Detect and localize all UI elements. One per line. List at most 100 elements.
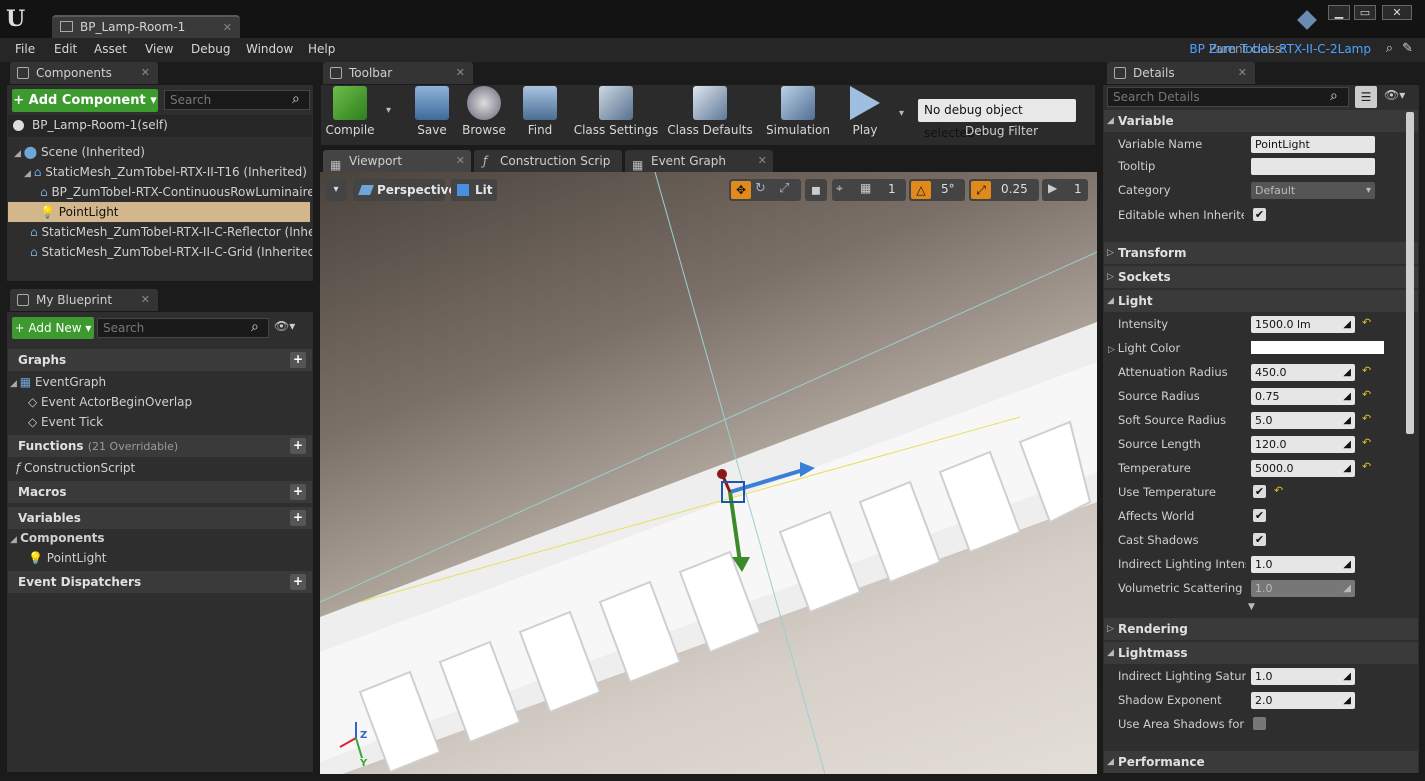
scale-snap-icon[interactable]: ⤢ xyxy=(971,181,991,199)
source-radius-input[interactable]: 0.75 ◢ xyxy=(1251,388,1355,405)
category-select[interactable]: Default ▾ xyxy=(1251,182,1375,199)
play-options-dropdown[interactable]: ▾ xyxy=(899,108,904,119)
details-search-input[interactable]: Search Details xyxy=(1107,87,1349,107)
close-tab-icon[interactable]: ✕ xyxy=(758,150,767,172)
add-new-button[interactable]: + Add New ▾ xyxy=(12,317,94,339)
tree-item-grid[interactable]: ⌂ StaticMesh_ZumTobel-RTX-II-C-Grid (Inh… xyxy=(8,242,312,262)
browse-button[interactable]: Browse xyxy=(460,86,508,142)
section-variables[interactable]: Variables + xyxy=(8,507,312,529)
menu-asset[interactable]: Asset xyxy=(94,42,127,56)
class-settings-button[interactable]: Class Settings xyxy=(572,86,660,142)
section-light[interactable]: ◢ Light xyxy=(1104,290,1418,312)
variable-pointlight[interactable]: 💡 PointLight xyxy=(28,548,308,568)
soft-source-radius-input[interactable]: 5.0 ◢ xyxy=(1251,412,1355,429)
intensity-input[interactable]: 1500.0 lm ◢ xyxy=(1251,316,1355,333)
section-transform[interactable]: ▷ Transform xyxy=(1104,242,1418,264)
reset-default-icon[interactable]: ↶ xyxy=(1362,364,1371,377)
reset-default-icon[interactable]: ↶ xyxy=(1274,484,1283,497)
construction-script-item[interactable]: ƒ ConstructionScript xyxy=(16,458,306,478)
volumetric-scattering-input[interactable]: 1.0 ◢ xyxy=(1251,580,1355,597)
search-icon[interactable]: ⌕ xyxy=(1386,41,1393,56)
tab-construction-script[interactable]: ƒ Construction Scrip xyxy=(474,150,622,172)
close-window-button[interactable]: ✕ xyxy=(1382,5,1412,20)
event-item[interactable]: ◇ Event Tick xyxy=(28,412,308,432)
simulation-button[interactable]: Simulation xyxy=(764,86,832,142)
tab-viewport[interactable]: ▦ Viewport ✕ xyxy=(323,150,471,172)
use-temperature-checkbox[interactable]: ✔ xyxy=(1253,485,1266,498)
variable-name-input[interactable]: PointLight xyxy=(1251,136,1375,153)
minimize-button[interactable]: ▁ xyxy=(1328,5,1350,20)
parent-class-link[interactable]: BP Zum Tobel- RTX-II-C-2Lamp xyxy=(1189,42,1371,56)
light-color-swatch[interactable] xyxy=(1251,341,1384,354)
reset-default-icon[interactable]: ↶ xyxy=(1362,388,1371,401)
surface-snap-icon[interactable]: ⌖ xyxy=(836,181,843,196)
menu-debug[interactable]: Debug xyxy=(191,42,230,56)
details-scrollbar[interactable] xyxy=(1406,112,1414,434)
grid-size-value[interactable]: 1 xyxy=(888,182,896,196)
tree-item-pointlight[interactable]: 💡 PointLight xyxy=(8,202,310,222)
use-area-shadows-checkbox[interactable] xyxy=(1253,717,1266,730)
class-defaults-button[interactable]: Class Defaults xyxy=(666,86,754,142)
section-sockets[interactable]: ▷ Sockets xyxy=(1104,266,1418,288)
section-functions[interactable]: Functions (21 Overridable) + xyxy=(8,435,312,457)
document-tab[interactable]: BP_Lamp-Room-1 ✕ xyxy=(52,15,240,38)
scale-snap-value[interactable]: 0.25 xyxy=(1001,182,1028,196)
lit-button[interactable]: Lit xyxy=(451,179,497,201)
maximize-button[interactable]: ▭ xyxy=(1354,5,1376,20)
grid-icon[interactable]: ▦ xyxy=(860,181,871,195)
add-dispatcher-button[interactable]: + xyxy=(290,574,306,590)
affects-world-checkbox[interactable]: ✔ xyxy=(1253,509,1266,522)
close-tab-icon[interactable]: ✕ xyxy=(141,62,150,84)
add-macro-button[interactable]: + xyxy=(290,484,306,500)
save-button[interactable]: Save xyxy=(410,86,454,142)
tree-item-scene[interactable]: ◢ ⬤ Scene (Inherited) xyxy=(8,142,312,162)
debug-object-select[interactable]: No debug object selected ▾ xyxy=(918,99,1076,140)
show-advanced-icon[interactable]: ▼ xyxy=(1248,602,1255,612)
compile-options-dropdown[interactable]: ▾ xyxy=(386,105,391,116)
tab-toolbar[interactable]: Toolbar ✕ xyxy=(323,62,473,84)
compile-button[interactable]: Compile xyxy=(324,86,376,142)
eye-icon[interactable]: 👁▾ xyxy=(274,319,295,333)
close-tab-icon[interactable]: ✕ xyxy=(456,62,465,84)
event-item[interactable]: ◇ Event ActorBeginOverlap xyxy=(28,392,308,412)
tab-my-blueprint[interactable]: My Blueprint ✕ xyxy=(10,289,158,311)
world-local-icon[interactable]: ◼ xyxy=(805,179,827,201)
event-graph-item[interactable]: ◢ ▦ EventGraph xyxy=(10,372,310,392)
close-tab-icon[interactable]: ✕ xyxy=(141,289,150,311)
tree-item-staticmesh-t16[interactable]: ◢ ⌂ StaticMesh_ZumTobel-RTX-II-T16 (Inhe… xyxy=(8,162,312,182)
indirect-lighting-saturation-input[interactable]: 1.0 ◢ xyxy=(1251,668,1355,685)
temperature-input[interactable]: 5000.0 ◢ xyxy=(1251,460,1355,477)
tooltip-input[interactable] xyxy=(1251,158,1375,175)
section-graphs[interactable]: Graphs + xyxy=(8,349,312,371)
tree-item-bp-luminaire[interactable]: ⌂ BP_ZumTobel-RTX-ContinuousRowLuminaire… xyxy=(8,182,312,202)
tree-item-reflector[interactable]: ⌂ StaticMesh_ZumTobel-RTX-II-C-Reflector… xyxy=(8,222,312,242)
components-category[interactable]: ◢ Components xyxy=(10,528,310,548)
scale-icon[interactable]: ⤢ xyxy=(779,181,789,196)
add-component-button[interactable]: + Add Component ▾ xyxy=(12,89,158,112)
blueprint-search-input[interactable]: Search xyxy=(97,318,269,338)
add-function-button[interactable]: + xyxy=(290,438,306,454)
close-tab-icon[interactable]: ✕ xyxy=(223,17,232,38)
add-graph-button[interactable]: + xyxy=(290,352,306,368)
close-tab-icon[interactable]: ✕ xyxy=(456,150,465,172)
rotation-snap-icon[interactable]: △ xyxy=(911,181,931,199)
shadow-exponent-input[interactable]: 2.0 ◢ xyxy=(1251,692,1355,709)
viewport-options-button[interactable]: ▾ xyxy=(325,179,347,201)
close-tab-icon[interactable]: ✕ xyxy=(1238,62,1247,84)
wrench-icon[interactable]: ✎ xyxy=(1402,41,1413,56)
reset-default-icon[interactable]: ↶ xyxy=(1362,436,1371,449)
components-search-input[interactable]: Search xyxy=(164,90,310,110)
menu-help[interactable]: Help xyxy=(308,42,335,56)
reset-default-icon[interactable]: ↶ xyxy=(1362,460,1371,473)
translate-icon[interactable]: ✥ xyxy=(731,181,751,199)
menu-window[interactable]: Window xyxy=(246,42,293,56)
indirect-lighting-intensity-input[interactable]: 1.0 ◢ xyxy=(1251,556,1355,573)
reset-default-icon[interactable]: ↶ xyxy=(1362,316,1371,329)
section-macros[interactable]: Macros + xyxy=(8,481,312,503)
menu-file[interactable]: File xyxy=(15,42,35,56)
tab-event-graph[interactable]: ▦ Event Graph ✕ xyxy=(625,150,773,172)
eye-icon[interactable]: 👁▾ xyxy=(1384,88,1405,102)
section-lightmass[interactable]: ◢ Lightmass xyxy=(1104,642,1418,664)
section-performance[interactable]: ◢ Performance xyxy=(1104,751,1418,773)
rotate-icon[interactable]: ↻ xyxy=(755,181,766,196)
